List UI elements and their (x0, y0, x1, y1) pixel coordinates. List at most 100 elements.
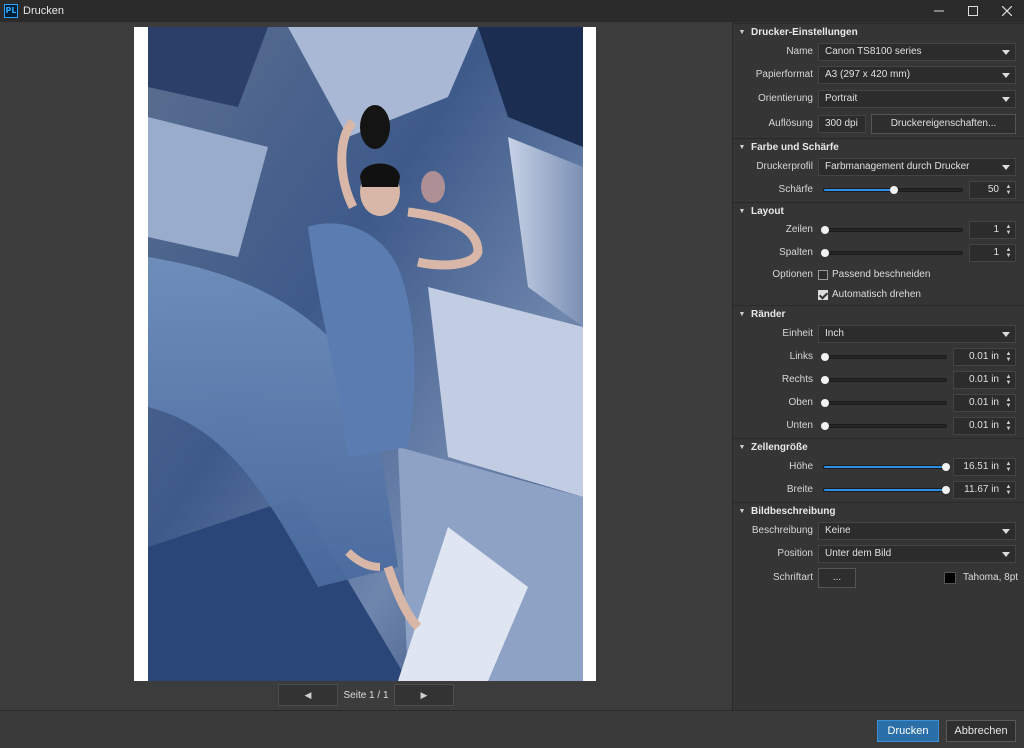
columns-slider[interactable] (821, 249, 963, 257)
section-title: Farbe und Schärfe (751, 142, 839, 153)
crop-to-fit-checkbox[interactable] (818, 270, 828, 280)
print-button[interactable]: Drucken (877, 720, 939, 742)
margin-top-slider[interactable] (821, 399, 947, 407)
slider-handle[interactable] (942, 463, 950, 471)
auto-rotate-checkbox[interactable] (818, 290, 828, 300)
margin-left-label: Links (789, 351, 813, 362)
spin-value: 0.01 in (968, 397, 999, 408)
paper-format-dropdown[interactable]: A3 (297 x 420 mm) (818, 66, 1016, 84)
print-preview: ◀ Seite 1 / 1 ▶ (0, 22, 732, 710)
crop-to-fit-label: Passend beschneiden (832, 269, 931, 280)
slider-handle[interactable] (821, 249, 829, 257)
spin-value: 0.01 in (968, 420, 999, 431)
slider-handle[interactable] (821, 226, 829, 234)
slider-handle[interactable] (821, 422, 829, 430)
font-color-swatch[interactable] (944, 572, 956, 584)
spin-arrows-icon[interactable]: ▲ ▼ (1005, 461, 1012, 473)
maximize-button[interactable] (956, 0, 990, 22)
columns-label: Spalten (779, 247, 813, 258)
margin-bottom-label: Unten (786, 420, 813, 431)
preview-photo (148, 27, 583, 681)
position-dropdown[interactable]: Unter dem Bild (818, 545, 1016, 563)
spin-arrows-icon[interactable]: ▲ ▼ (1005, 184, 1012, 196)
slider-handle[interactable] (821, 353, 829, 361)
chevron-down-icon (1002, 97, 1010, 102)
section-caption[interactable]: ▼ Bildbeschreibung (733, 502, 1024, 520)
margin-right-spinbox[interactable]: 0.01 in ▲ ▼ (953, 371, 1016, 389)
printer-name-dropdown[interactable]: Canon TS8100 series (818, 43, 1016, 61)
section-color-sharpness[interactable]: ▼ Farbe und Schärfe (733, 138, 1024, 156)
cell-width-slider[interactable] (823, 486, 950, 494)
section-title: Layout (751, 206, 784, 217)
margin-right-slider[interactable] (821, 376, 947, 384)
slider-handle[interactable] (890, 186, 898, 194)
spin-arrows-icon[interactable]: ▲ ▼ (1005, 374, 1012, 386)
printer-profile-dropdown[interactable]: Farbmanagement durch Drucker (818, 158, 1016, 176)
minimize-button[interactable] (922, 0, 956, 22)
font-label: Schriftart (772, 572, 813, 583)
chevron-down-icon (1002, 165, 1010, 170)
cell-height-spinbox[interactable]: 16.51 in ▲ ▼ (953, 458, 1016, 476)
section-cell-size[interactable]: ▼ Zellengröße (733, 438, 1024, 456)
unit-label: Einheit (782, 328, 813, 339)
page-navigator: ◀ Seite 1 / 1 ▶ (278, 684, 454, 706)
margin-bottom-spinbox[interactable]: 0.01 in ▲ ▼ (953, 417, 1016, 435)
dropdown-value: Keine (825, 525, 851, 536)
slider-handle[interactable] (821, 376, 829, 384)
dropdown-value: Farbmanagement durch Drucker (825, 161, 970, 172)
cell-width-label: Breite (786, 484, 813, 495)
dropdown-value: Unter dem Bild (825, 548, 892, 559)
section-margins[interactable]: ▼ Ränder (733, 305, 1024, 323)
margin-bottom-slider[interactable] (821, 422, 947, 430)
columns-spinbox[interactable]: 1 ▲ ▼ (969, 244, 1016, 262)
margin-right-label: Rechts (781, 374, 813, 385)
window-controls (922, 0, 1024, 22)
margin-left-spinbox[interactable]: 0.01 in ▲ ▼ (953, 348, 1016, 366)
chevron-down-icon (1002, 73, 1010, 78)
previous-page-button[interactable]: ◀ (278, 684, 338, 706)
slider-handle[interactable] (821, 399, 829, 407)
spin-arrows-icon[interactable]: ▲ ▼ (1005, 247, 1012, 259)
settings-panel: ▼ Drucker-Einstellungen Name Canon TS8100… (732, 22, 1024, 710)
dropdown-value: Inch (825, 328, 844, 339)
margin-top-label: Oben (788, 397, 813, 408)
unit-dropdown[interactable]: Inch (818, 325, 1016, 343)
dialog-footer: Drucken Abbrechen (0, 710, 1024, 748)
app-logo-icon: PL (4, 4, 18, 18)
close-button[interactable] (990, 0, 1024, 22)
margin-top-spinbox[interactable]: 0.01 in ▲ ▼ (953, 394, 1016, 412)
chevron-down-icon (1002, 552, 1010, 557)
chevron-down-icon (1002, 50, 1010, 55)
section-printer-settings[interactable]: ▼ Drucker-Einstellungen (733, 23, 1024, 41)
sharpness-spinbox[interactable]: 50 ▲ ▼ (969, 181, 1016, 199)
spin-arrows-icon[interactable]: ▲ ▼ (1005, 397, 1012, 409)
spin-arrows-icon[interactable]: ▲ ▼ (1005, 224, 1012, 236)
next-page-button[interactable]: ▶ (394, 684, 454, 706)
section-layout[interactable]: ▼ Layout (733, 202, 1024, 220)
dropdown-value: Portrait (825, 93, 858, 104)
spin-arrows-icon[interactable]: ▲ ▼ (1005, 420, 1012, 432)
maximize-icon (968, 6, 978, 16)
slider-handle[interactable] (942, 486, 950, 494)
rows-slider[interactable] (821, 226, 963, 234)
font-value: Tahoma, 8pt (963, 572, 1019, 583)
collapse-triangle-icon: ▼ (738, 508, 746, 515)
orientation-dropdown[interactable]: Portrait (818, 90, 1016, 108)
resolution-field[interactable]: 300 dpi (818, 115, 866, 133)
cancel-button[interactable]: Abbrechen (946, 720, 1016, 742)
spin-value: 0.01 in (968, 374, 999, 385)
cell-width-spinbox[interactable]: 11.67 in ▲ ▼ (953, 481, 1016, 499)
margin-left-slider[interactable] (821, 353, 947, 361)
printer-properties-button[interactable]: Druckereigenschaften... (871, 114, 1016, 134)
font-picker-button[interactable]: ... (818, 568, 856, 588)
sharpness-slider[interactable] (823, 186, 963, 194)
cell-height-slider[interactable] (823, 463, 950, 471)
collapse-triangle-icon: ▼ (738, 311, 746, 318)
printer-profile-label: Druckerprofil (756, 161, 813, 172)
spin-arrows-icon[interactable]: ▲ ▼ (1005, 484, 1012, 496)
rows-spinbox[interactable]: 1 ▲ ▼ (969, 221, 1016, 239)
spin-arrows-icon[interactable]: ▲ ▼ (1005, 351, 1012, 363)
rows-label: Zeilen (785, 224, 813, 235)
description-dropdown[interactable]: Keine (818, 522, 1016, 540)
spin-value: 50 (987, 184, 999, 195)
